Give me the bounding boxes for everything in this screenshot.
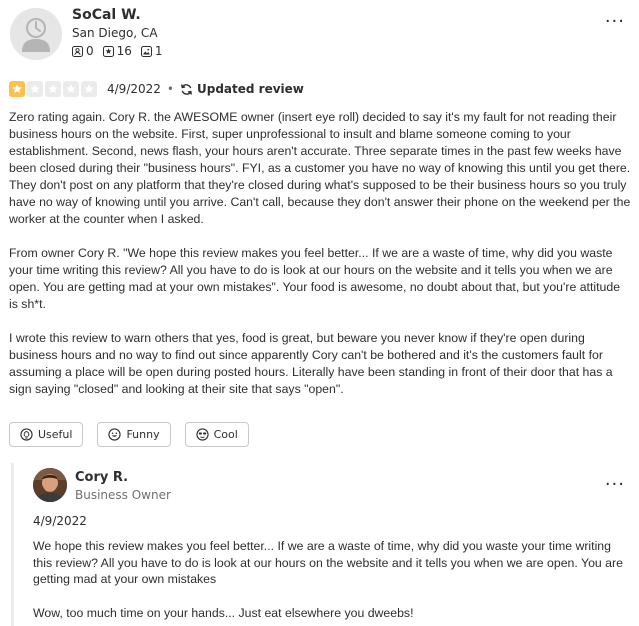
owner-reply-paragraph: We hope this review makes you feel bette… — [33, 539, 623, 586]
star-icon — [63, 81, 79, 97]
funny-label: Funny — [126, 428, 160, 441]
cool-button[interactable]: Cool — [184, 422, 249, 447]
review-paragraph: Zero rating again. Cory R. the AWESOME o… — [9, 110, 631, 226]
photos-count: 1 — [154, 44, 163, 58]
review-text: Zero rating again. Cory R. the AWESOME o… — [9, 109, 631, 415]
useful-button[interactable]: Useful — [9, 422, 84, 447]
star-icon — [27, 81, 43, 97]
reviewer-stats: 0 16 1 — [72, 44, 172, 58]
separator-dot: • — [166, 82, 174, 96]
default-user-icon — [10, 8, 62, 60]
funny-button[interactable]: Funny — [97, 422, 171, 447]
friends-icon — [72, 45, 83, 57]
reaction-buttons: Useful Funny Cool — [9, 422, 263, 447]
owner-name[interactable]: Cory R. — [75, 470, 128, 485]
owner-reply-date: 4/9/2022 — [33, 514, 87, 528]
owner-role: Business Owner — [75, 488, 171, 502]
useful-label: Useful — [38, 428, 73, 441]
smile-icon — [108, 428, 122, 441]
review-date: 4/9/2022 — [107, 82, 161, 96]
rating-row: 4/9/2022 • Updated review — [9, 81, 304, 97]
star-badge-icon — [102, 45, 114, 57]
owner-reply-paragraph: Wow, too much time on your hands... Just… — [33, 605, 414, 620]
owner-photo — [33, 468, 67, 502]
lightbulb-icon — [20, 428, 33, 441]
owner-avatar[interactable] — [33, 468, 67, 502]
star-icon — [45, 81, 61, 97]
reviewer-avatar[interactable] — [10, 8, 62, 60]
star-rating — [9, 81, 99, 97]
owner-reply: Cory R. Business Owner ... 4/9/2022 We h… — [11, 463, 639, 626]
star-icon — [9, 81, 25, 97]
more-options-icon[interactable]: ... — [605, 471, 625, 489]
updated-review-link[interactable]: Updated review — [180, 82, 304, 96]
reviewer-name[interactable]: SoCal W. — [72, 7, 141, 23]
photos-stat: 1 — [140, 44, 163, 58]
more-options-icon[interactable]: ... — [605, 8, 625, 26]
friends-count: 0 — [86, 44, 94, 58]
review-paragraph: I wrote this review to warn others that … — [9, 331, 613, 396]
sunglasses-icon — [195, 428, 209, 441]
updated-review-label: Updated review — [196, 82, 304, 96]
refresh-icon — [180, 83, 192, 95]
reviews-count: 16 — [116, 44, 132, 58]
reviews-stat: 16 — [102, 44, 132, 58]
cool-label: Cool — [213, 428, 238, 441]
friends-stat: 0 — [72, 44, 94, 58]
review-paragraph: From owner Cory R. "We hope this review … — [9, 246, 621, 311]
owner-reply-text: We hope this review makes you feel bette… — [33, 538, 633, 626]
reviewer-location: San Diego, CA — [72, 26, 158, 40]
star-icon — [81, 81, 97, 97]
photo-icon — [140, 45, 152, 57]
